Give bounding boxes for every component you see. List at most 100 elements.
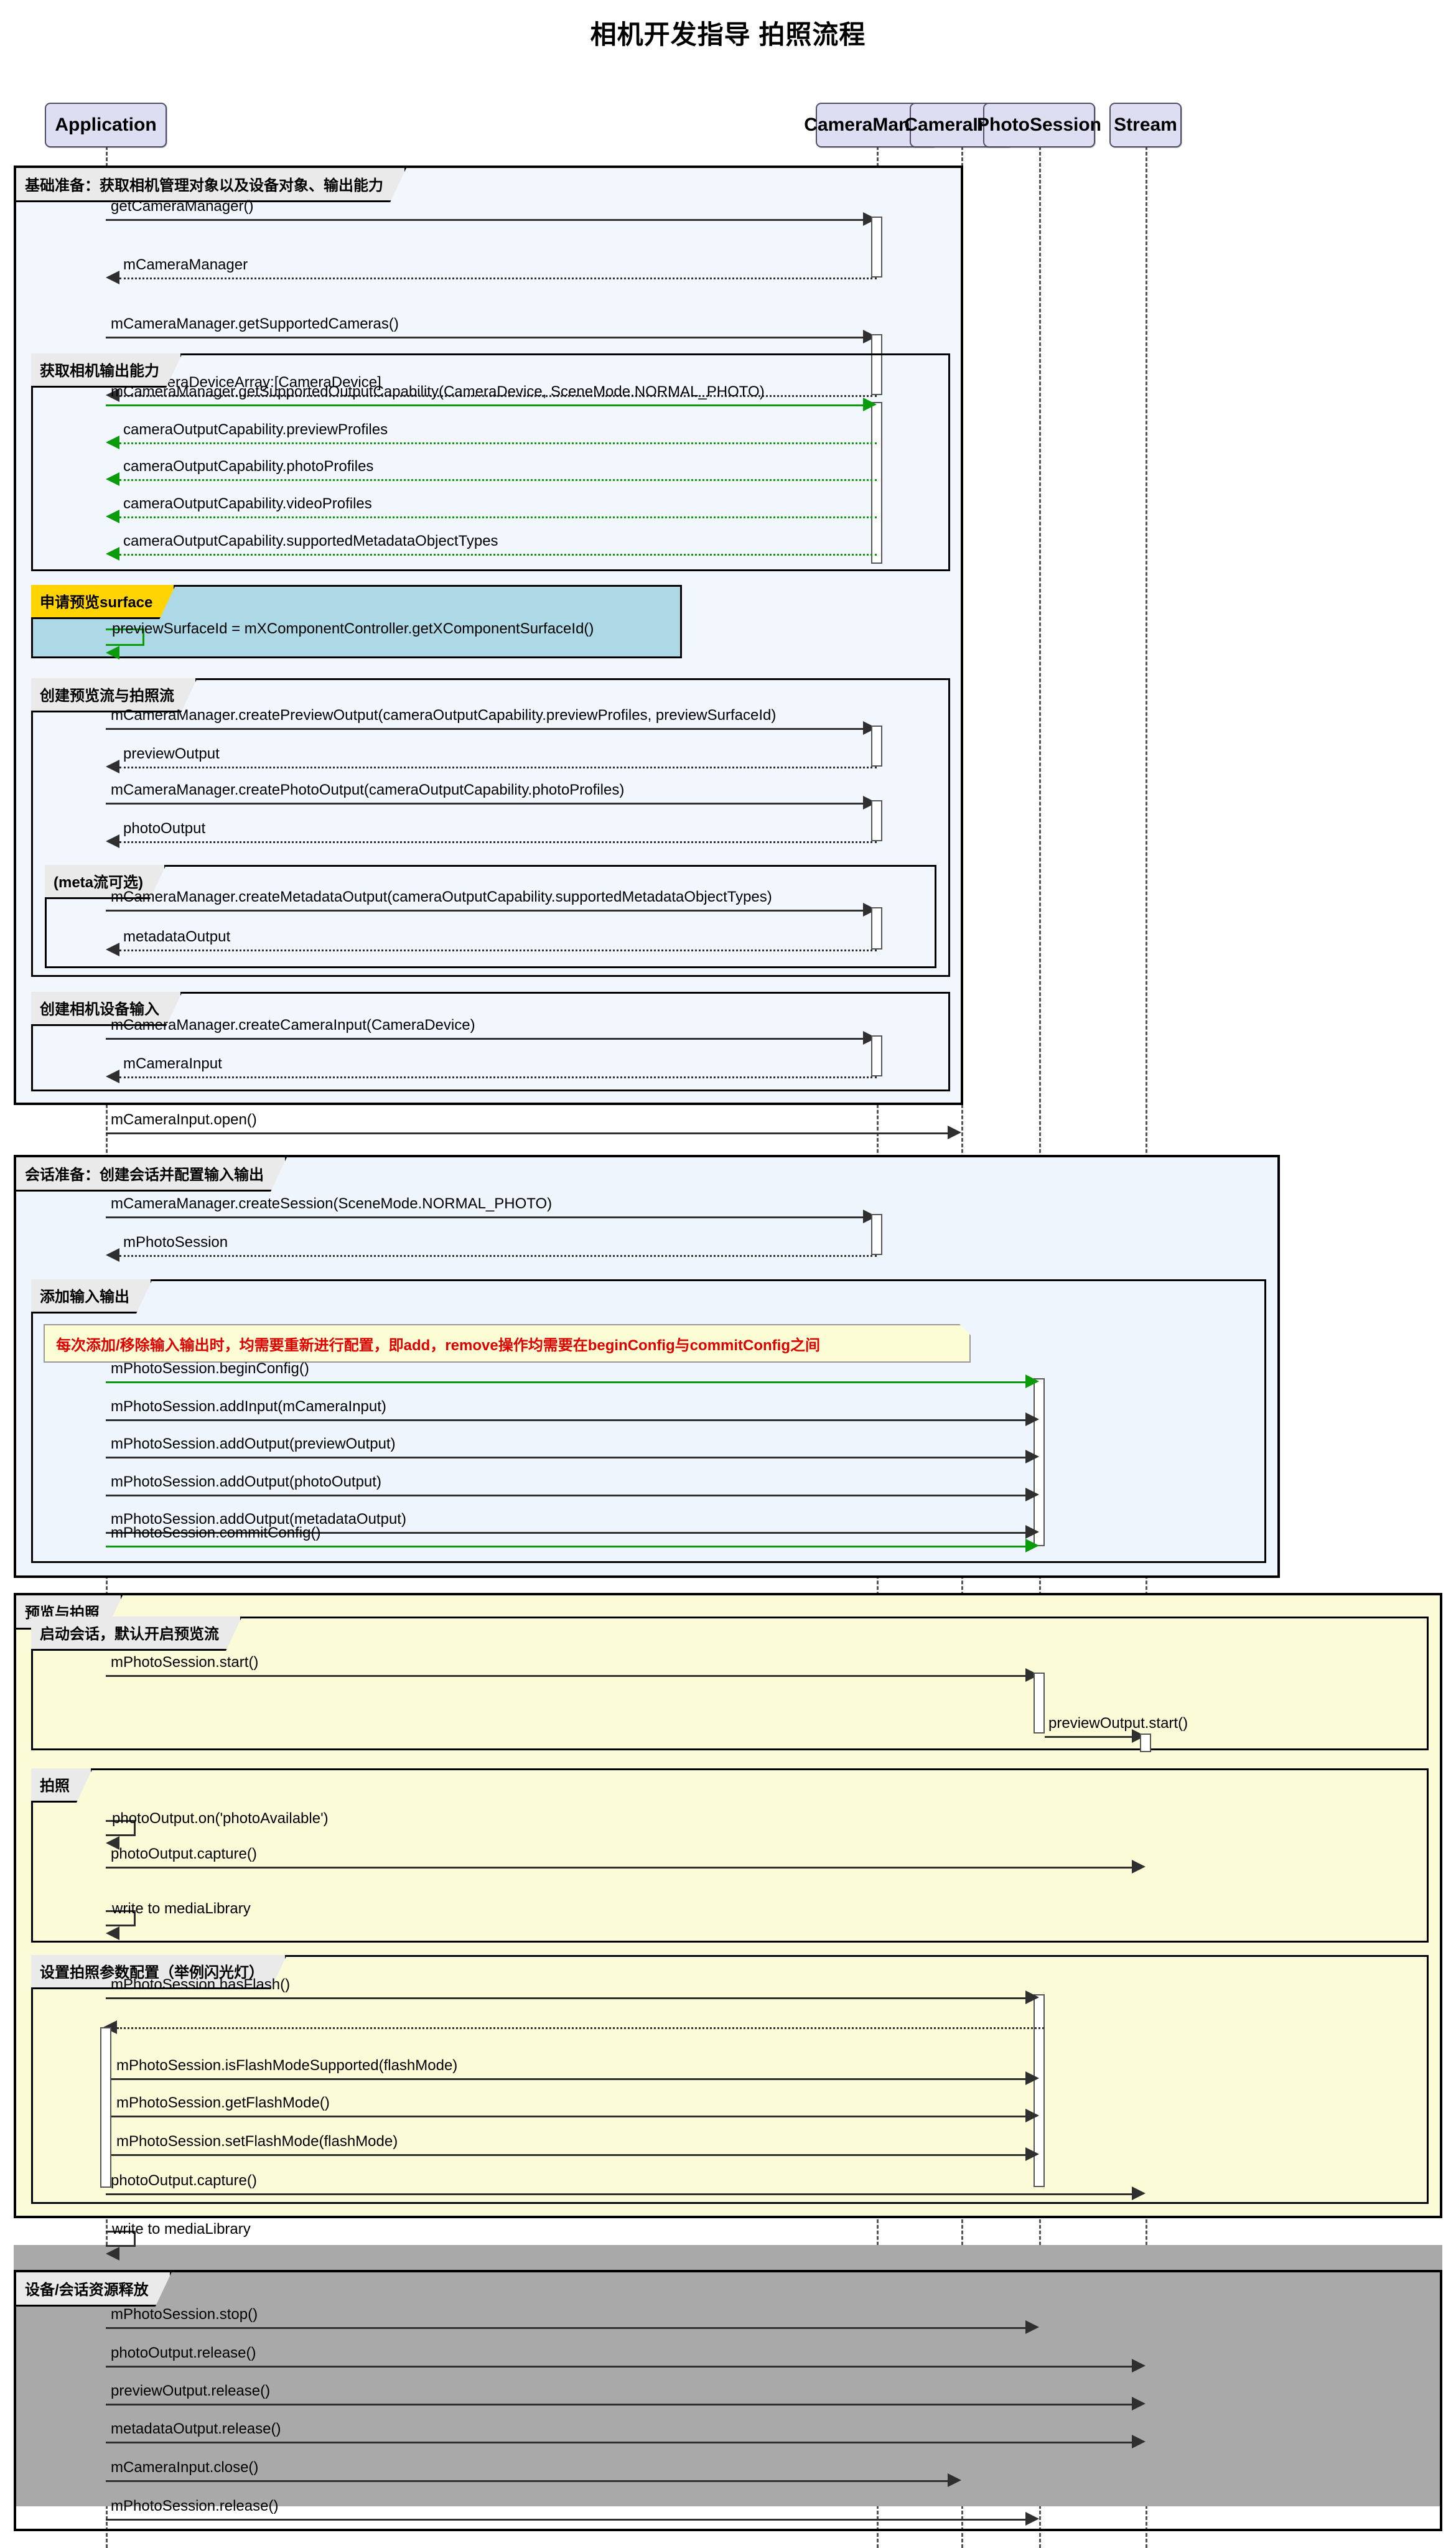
message-line [106, 1216, 863, 1218]
fragment-label: 添加输入输出 [31, 1279, 152, 1314]
message-label: mCameraManager [123, 256, 248, 274]
page-title: 相机开发指导 拍照流程 [0, 14, 1456, 52]
participant-stream[interactable]: Stream [1109, 103, 1182, 147]
message-line [106, 1495, 1025, 1496]
arrow-head-right [1025, 1374, 1039, 1388]
arrow-head-left [106, 472, 119, 486]
message-line [106, 728, 863, 730]
arrow-head-right [1025, 1539, 1039, 1552]
arrow-head-left [106, 436, 119, 449]
message-line [106, 404, 863, 406]
message-label: previewOutput [123, 745, 220, 763]
message-label: mCameraManager.createMetadataOutput(came… [111, 889, 772, 906]
arrow-head-right [948, 2473, 961, 2487]
message-label: previewSurfaceId = mXComponentController… [112, 620, 594, 638]
message-line [119, 950, 877, 951]
arrow-head-right [1025, 2320, 1039, 2334]
fragment-take-photo-header: 拍照 [31, 1768, 93, 1803]
arrow-head-left [106, 760, 119, 773]
message-label: mPhotoSession.hasFlash() [111, 1976, 290, 1994]
fragment-label: 基础准备：获取相机管理对象以及设备对象、输出能力 [16, 168, 406, 202]
arrow-head-left [106, 510, 119, 523]
message-line [111, 2078, 1025, 2080]
message-label: cameraOutputCapability.supportedMetadata… [123, 533, 498, 550]
participant-application[interactable]: Application [45, 103, 167, 147]
message-label: metadataOutput.release() [111, 2420, 281, 2438]
arrow-head-right [1025, 2071, 1039, 2085]
arrow-head-right [1025, 2147, 1039, 2161]
message-line [106, 2404, 1132, 2406]
arrow-head-left [106, 2247, 119, 2261]
arrow-head-right [1132, 2435, 1146, 2448]
message-label: mPhotoSession.addOutput(photoOutput) [111, 1473, 381, 1491]
message-label: mPhotoSession.addOutput(previewOutput) [111, 1435, 396, 1453]
fragment-add-input-output-header: 添加输入输出 [31, 1279, 152, 1314]
arrow-head-left [106, 1248, 119, 1262]
fragment-apply-preview-surface-header: 申请预览surface [31, 585, 175, 619]
activation-bar [871, 800, 882, 841]
arrow-head-right [1025, 1488, 1039, 1501]
message-label: mPhotoSession.release() [111, 2498, 278, 2515]
message-label: photoOutput.on('photoAvailable') [112, 1810, 329, 1827]
fragment-label: 申请预览surface [31, 585, 175, 619]
message-line [106, 2442, 1132, 2443]
message-label: mCameraManager.createCameraInput(CameraD… [111, 1017, 475, 1034]
message-line [106, 1675, 1025, 1677]
arrow-head-left [106, 1070, 119, 1083]
message-label: photoOutput [123, 820, 205, 838]
message-line [106, 1867, 1132, 1869]
note-text: 每次添加/移除输入输出时，均需要重新进行配置，即add，remove操作均需要在… [56, 1333, 820, 1355]
message-line [111, 2154, 1025, 2156]
message-line [106, 219, 863, 221]
message-line [111, 2116, 1025, 2117]
fragment-label: 启动会话，默认开启预览流 [31, 1617, 242, 1651]
message-line [119, 442, 877, 444]
message-label: mPhotoSession.getFlashMode() [116, 2094, 330, 2112]
activation-bar [1034, 1673, 1045, 1734]
message-line [106, 2519, 1025, 2521]
arrow-head-right [1025, 2109, 1039, 2122]
message-label: mCameraManager.getSupportedOutputCapabil… [111, 383, 765, 401]
fragment-label: 获取相机输出能力 [31, 353, 182, 388]
participant-photosession[interactable]: PhotoSession [983, 103, 1095, 147]
message-line [119, 278, 877, 279]
activation-bar [871, 1035, 882, 1076]
message-label: write to mediaLibrary [112, 1900, 251, 1918]
arrow-head-left [106, 646, 119, 660]
message-line [106, 337, 863, 338]
activation-bar [871, 402, 882, 564]
message-label: mPhotoSession.start() [111, 1654, 258, 1671]
fragment-meta-stream-optional [45, 865, 936, 968]
fragment-label: 会话准备：创建会话并配置输入输出 [16, 1157, 287, 1192]
message-label: cameraOutputCapability.videoProfiles [123, 495, 372, 513]
message-line [1045, 1736, 1132, 1738]
arrow-head-left [106, 1926, 119, 1940]
message-label: metadataOutput [123, 928, 230, 946]
message-line [119, 841, 877, 843]
message-label: cameraOutputCapability.photoProfiles [123, 458, 373, 475]
message-line [119, 554, 877, 556]
arrow-head-right [1025, 1450, 1039, 1463]
arrow-head-right [1025, 1412, 1039, 1426]
message-line [106, 803, 863, 805]
activation-bar [871, 726, 882, 767]
arrow-head-right [1132, 2359, 1146, 2373]
arrow-head-left [106, 834, 119, 848]
participant-label: Stream [1114, 114, 1177, 136]
message-label: mCameraManager.createPreviewOutput(camer… [111, 707, 776, 724]
activation-bar [1140, 1734, 1151, 1752]
message-line [106, 1546, 1025, 1547]
fragment-label: 设备/会话资源释放 [16, 2272, 172, 2307]
arrow-head-right [1132, 1860, 1146, 1874]
message-line [119, 767, 877, 768]
message-line [106, 910, 863, 912]
message-label: write to mediaLibrary [112, 2221, 251, 2238]
message-label: mCameraManager.createPhotoOutput(cameraO… [111, 782, 624, 799]
activation-bar [871, 1214, 882, 1255]
message-label: mPhotoSession.stop() [111, 2306, 258, 2323]
message-line [119, 1076, 877, 1078]
arrow-head-left [106, 943, 119, 956]
activation-bar [871, 907, 882, 950]
activation-bar-application [100, 2027, 111, 2188]
message-label: previewOutput.start() [1048, 1715, 1188, 1732]
